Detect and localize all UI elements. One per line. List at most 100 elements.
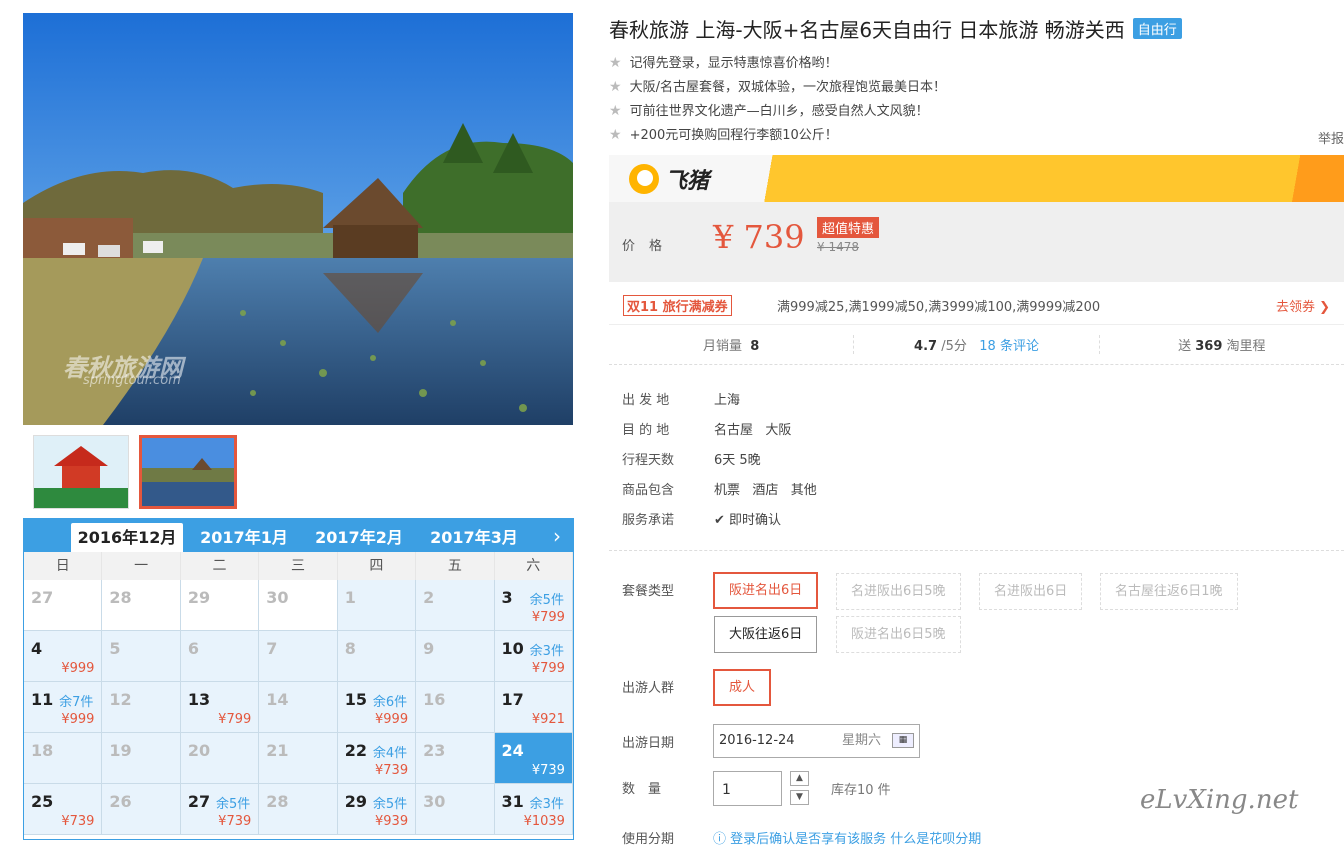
site-watermark: eLvXing.net	[1140, 785, 1299, 815]
day-number: 13	[187, 690, 211, 709]
month-tab-1[interactable]: 2016年12月	[71, 523, 183, 552]
calendar-week-row: 11 余7件 ¥999 12 13 ¥799 14 15 余6件 ¥999 16 17 ¥921	[24, 682, 573, 733]
day-number: 28	[109, 588, 132, 607]
decrement-icon[interactable]: ▼	[790, 790, 809, 805]
day-number: 3	[501, 588, 513, 607]
package-option[interactable]: 大阪往返6日	[714, 616, 818, 653]
calendar-day: 19	[102, 733, 181, 784]
main-photo[interactable]: 春秋旅游网 springtour.com	[23, 13, 573, 425]
calendar-day[interactable]: 4 ¥999	[24, 631, 103, 682]
day-price: ¥999	[61, 661, 95, 676]
info-label: 出 发 地	[622, 393, 670, 408]
day-price: ¥739	[531, 763, 565, 778]
package-option[interactable]: 阪进名出6日	[713, 572, 819, 609]
price-label: 价格	[622, 239, 677, 254]
calendar-day[interactable]: 13 ¥799	[180, 682, 260, 733]
calendar-month-tabs: 2016年12月 2017年1月 2017年2月 2017年3月 ›	[24, 519, 573, 552]
calendar-week-row: 27 28 29 30 1 2 3 余5件 ¥799	[24, 580, 573, 631]
weekday-label: 日	[24, 552, 103, 580]
calendar-day-selected[interactable]: 24 ¥739	[494, 733, 573, 784]
calendar-day[interactable]: 25 ¥739	[24, 784, 103, 835]
month-tab-4[interactable]: 2017年3月	[420, 523, 528, 552]
calendar-grid: 27 28 29 30 1 2 3 余5件 ¥799 4 ¥999 5 6 7 8 9 10 余3件 ¥799 11 余…	[24, 580, 573, 835]
travel-date-input[interactable]: 2016-12-24 星期六 ▦	[713, 724, 920, 758]
day-price: ¥799	[531, 610, 565, 625]
info-value: 上海	[714, 393, 741, 408]
calendar-icon[interactable]: ▦	[892, 733, 914, 748]
month-tab-2[interactable]: 2017年1月	[190, 523, 298, 552]
package-option[interactable]: 名古屋往返6日1晚	[1100, 573, 1238, 610]
quantity-input[interactable]: 1	[713, 771, 782, 806]
calendar-day[interactable]: 29 余5件 ¥939	[337, 784, 417, 835]
star-icon: ★	[609, 103, 622, 119]
calendar-day[interactable]: 11 余7件 ¥999	[24, 682, 103, 733]
calendar-day[interactable]: 31 余3件 ¥1039	[494, 784, 573, 835]
day-number: 1	[344, 588, 356, 607]
month-tab-3[interactable]: 2017年2月	[305, 523, 413, 552]
day-price: ¥739	[375, 763, 409, 778]
calendar-week-row: 25 ¥739 26 27 余5件 ¥739 28 29 余5件 ¥939 30 31 余3件 ¥1039	[24, 784, 573, 835]
day-number: 20	[187, 741, 211, 760]
sales-label: 月销量	[703, 339, 743, 354]
calendar-day: 20	[180, 733, 260, 784]
date-value: 2016-12-24	[719, 733, 795, 748]
weekday-label: 三	[259, 552, 338, 580]
day-number: 28	[266, 792, 289, 811]
day-number: 18	[31, 741, 54, 760]
stock-left: 余7件	[59, 695, 94, 710]
installment-label: 使用分期	[622, 832, 675, 847]
installment-text[interactable]: 登录后确认是否享有该服务 什么是花呗分期	[730, 832, 981, 847]
get-coupon-link[interactable]: 去领券 ❯	[1276, 296, 1330, 315]
miles-reward: 送 369 淘里程	[1100, 335, 1344, 354]
destination-row: 目 的 地 名古屋 大阪	[622, 419, 791, 438]
feature-text: 大阪/名古屋套餐，双城体验，一次旅程饱览最美日本！	[629, 80, 946, 95]
day-number: 23	[423, 741, 446, 760]
package-option[interactable]: 名进阪出6日5晚	[836, 573, 961, 610]
divider	[609, 550, 1344, 551]
day-price: ¥799	[531, 661, 565, 676]
calendar-day: 26	[102, 784, 181, 835]
calendar-day[interactable]: 15 余6件 ¥999	[337, 682, 417, 733]
village-thumbnail-image	[142, 438, 234, 506]
chevron-right-icon[interactable]: ›	[553, 524, 561, 548]
stock-left: 余3件	[529, 644, 564, 659]
day-number: 11	[31, 690, 54, 709]
thumbnail-temple[interactable]	[33, 435, 129, 509]
weekday-label: 五	[416, 552, 495, 580]
temple-thumbnail-image	[34, 436, 128, 508]
day-number: 15	[344, 690, 367, 709]
weekday-label: 四	[338, 552, 417, 580]
monthly-sales: 月销量 8	[609, 335, 855, 354]
calendar-day: 6	[180, 631, 260, 682]
thumbnail-village[interactable]	[139, 435, 237, 509]
original-price: ¥ 1478	[817, 240, 859, 254]
adult-option[interactable]: 成人	[713, 669, 772, 706]
report-link[interactable]: 举报	[1318, 128, 1344, 147]
package-label: 套餐类型	[622, 584, 675, 599]
reviews-link[interactable]: 18 条评论	[979, 339, 1039, 354]
day-number: 14	[266, 690, 289, 709]
check-circle-icon: ✔︎	[714, 513, 725, 528]
coupon-rules: 满999减25,满1999减50,满3999减100,满9999减200	[777, 300, 1101, 315]
package-option[interactable]: 阪进名出6日5晚	[836, 616, 961, 653]
info-value: 名古屋 大阪	[714, 423, 792, 438]
day-price: ¥939	[375, 814, 409, 829]
calendar-day[interactable]: 17 ¥921	[494, 682, 573, 733]
calendar-day[interactable]: 10 余3件 ¥799	[494, 631, 573, 682]
calendar-day[interactable]: 3 余5件 ¥799	[494, 580, 573, 631]
day-number: 7	[266, 639, 278, 658]
increment-icon[interactable]: ▲	[790, 771, 809, 786]
sales-count: 8	[750, 339, 760, 354]
calendar-day: 30	[416, 784, 495, 835]
weekday-header: 日 一 二 三 四 五 六	[24, 552, 573, 580]
calendar-week-row: 4 ¥999 5 6 7 8 9 10 余3件 ¥799	[24, 631, 573, 682]
day-number: 26	[109, 792, 132, 811]
calendar-day[interactable]: 22 余4件 ¥739	[337, 733, 417, 784]
package-option[interactable]: 名进阪出6日	[979, 573, 1083, 610]
day-number: 25	[31, 792, 54, 811]
calendar-day[interactable]: 27 余5件 ¥739	[180, 784, 260, 835]
fliggy-logo: 飞猪	[629, 163, 709, 195]
day-number: 30	[266, 588, 289, 607]
info-icon: ⓘ	[713, 832, 727, 847]
stock-left: 余5件	[529, 593, 564, 608]
